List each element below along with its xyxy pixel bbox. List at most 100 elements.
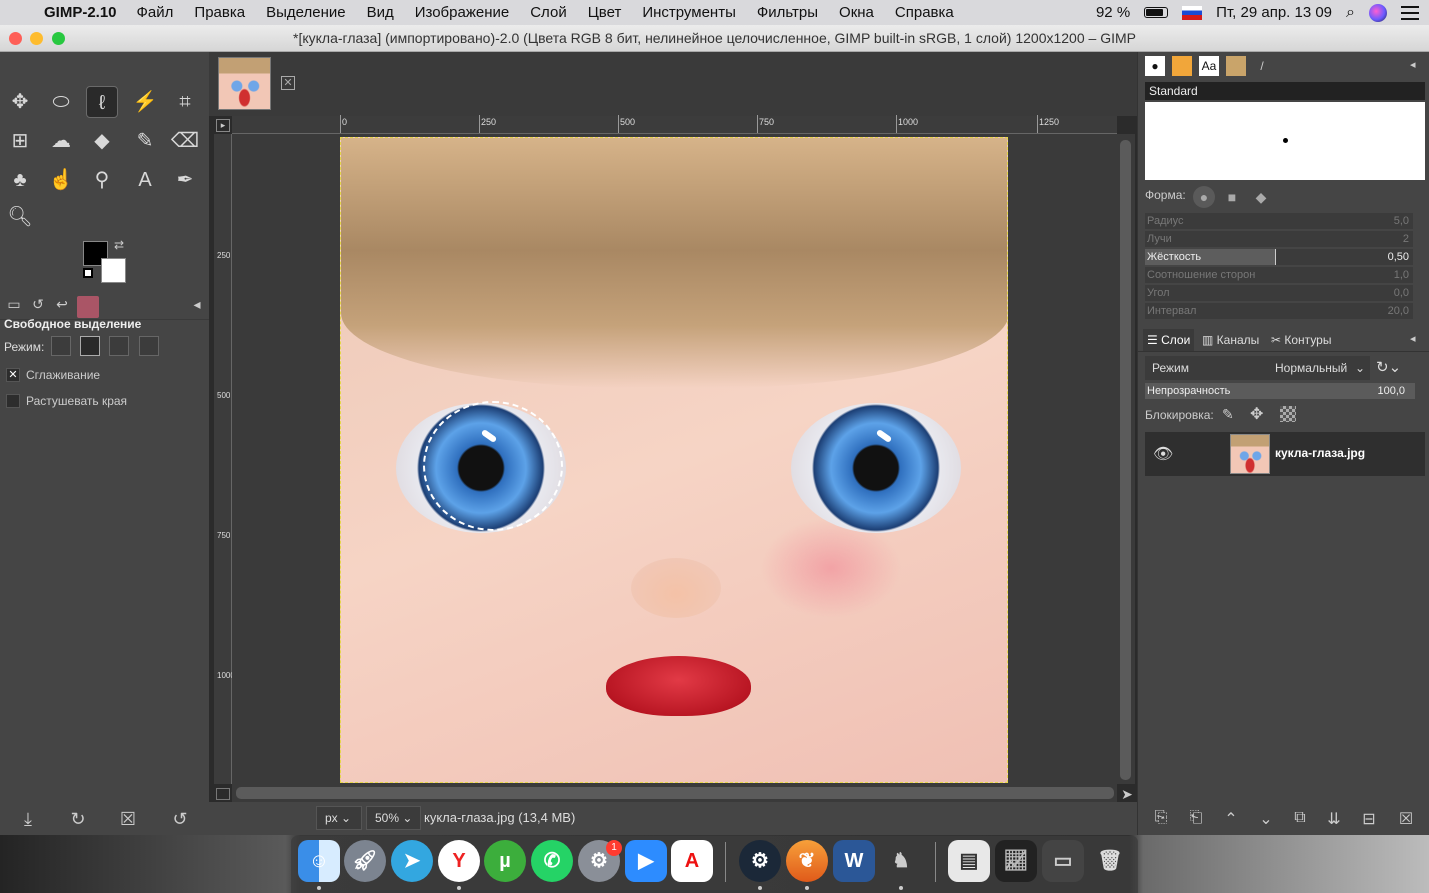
close-image-tab-icon[interactable]: ✕ (281, 76, 295, 90)
radius-slider[interactable]: Радиус 5,0 (1145, 213, 1413, 229)
menu-colors[interactable]: Цвет (588, 4, 622, 21)
menu-edit[interactable]: Правка (194, 4, 245, 21)
menu-help[interactable]: Справка (895, 4, 954, 21)
horizontal-scrollbar[interactable] (232, 784, 1117, 802)
tab-layers[interactable]: ☰ Слои (1143, 329, 1195, 351)
diamond-shape-icon[interactable]: ◆ (1250, 186, 1272, 208)
circle-shape-icon[interactable]: ● (1193, 186, 1215, 208)
vertical-ruler[interactable]: 250 500 750 1000 (214, 134, 235, 784)
gimp-icon[interactable]: ♞ (880, 840, 922, 882)
duplicate-layer-icon[interactable]: ⧉ (1289, 809, 1311, 831)
yandex-browser-icon[interactable]: Y (438, 840, 480, 882)
menu-tools[interactable]: Инструменты (642, 4, 736, 21)
free-selection-outline[interactable] (423, 401, 563, 531)
utorrent-icon[interactable]: µ (484, 840, 526, 882)
add-mask-icon[interactable]: ⊟ (1358, 809, 1380, 831)
delete-layer-icon[interactable]: ☒ (1395, 809, 1417, 831)
menu-select[interactable]: Выделение (266, 4, 345, 21)
restore-options-icon[interactable]: ↻ (66, 809, 90, 831)
mode-subtract-button[interactable] (109, 336, 129, 356)
reset-colors-icon[interactable] (83, 268, 93, 278)
document-history-tab-icon[interactable] (1226, 56, 1246, 76)
brush-preview[interactable] (1145, 102, 1425, 180)
configure-tab-icon[interactable]: ◂ (1410, 332, 1416, 345)
paths-tool-icon[interactable]: ⚲ (86, 164, 118, 196)
menu-image[interactable]: Изображение (415, 4, 510, 21)
acrobat-icon[interactable]: A (671, 840, 713, 882)
device-status-tab-icon[interactable]: ↺ (27, 296, 49, 318)
fuzzy-select-tool-icon[interactable]: ⚡ (129, 86, 161, 118)
layer-mode-select[interactable]: Режим Нормальный ⌄ (1145, 356, 1370, 380)
stocks-chart-icon[interactable]: 📈︎ (995, 840, 1037, 882)
paintbrush-tool-icon[interactable]: ✎ (129, 125, 161, 157)
menubar-clock[interactable]: Пт, 29 апр. 13 09 (1216, 4, 1332, 21)
patterns-tab-icon[interactable] (1172, 56, 1192, 76)
mode-add-button[interactable] (80, 336, 100, 356)
spacing-slider[interactable]: Интервал 20,0 (1145, 303, 1413, 319)
tool-options-tab-icon[interactable]: ▭ (3, 296, 25, 318)
opacity-slider[interactable]: Непрозрачность 100,0 (1145, 383, 1415, 399)
undo-history-tab-icon[interactable]: ↩ (51, 296, 73, 318)
fonts-tab-icon[interactable]: Aa (1199, 56, 1219, 76)
whatsapp-icon[interactable]: ✆ (531, 840, 573, 882)
lower-layer-icon[interactable]: ⌄ (1255, 809, 1277, 831)
image-tab-thumbnail[interactable] (218, 57, 271, 110)
lock-pixels-icon[interactable]: ✎ (1222, 406, 1234, 423)
eraser-tool-icon[interactable]: ⌫ (169, 125, 201, 157)
square-shape-icon[interactable]: ■ (1221, 186, 1243, 208)
angle-slider[interactable]: Угол 0,0 (1145, 285, 1413, 301)
bucket-fill-tool-icon[interactable]: ◆ (86, 125, 118, 157)
free-select-tool-icon[interactable]: ℓ (86, 86, 118, 118)
menu-view[interactable]: Вид (367, 4, 394, 21)
background-color-swatch[interactable] (101, 258, 126, 283)
images-tab-icon[interactable] (77, 296, 99, 318)
close-window-button[interactable] (9, 32, 22, 45)
notification-center-icon[interactable] (1401, 5, 1419, 20)
smudge-tool-icon[interactable]: ☝ (45, 164, 77, 196)
app-menu-gimp[interactable]: GIMP-2.10 (44, 4, 117, 21)
zoom-app-icon[interactable]: ▶ (625, 840, 667, 882)
lock-alpha-icon[interactable] (1280, 406, 1296, 422)
battery-icon[interactable] (1144, 7, 1169, 18)
save-options-icon[interactable]: ⤓ (16, 809, 40, 831)
finder-icon[interactable]: ☺ (298, 840, 340, 882)
warp-transform-tool-icon[interactable]: ☁ (45, 125, 77, 157)
ellipse-select-tool-icon[interactable]: ⬭ (45, 86, 77, 118)
layer-name[interactable]: кукла-глаза.jpg (1275, 446, 1365, 460)
zoom-select[interactable]: 50% ⌄ (366, 806, 421, 830)
trash-icon[interactable]: 🗑︎ (1089, 840, 1131, 882)
vertical-scrollbar[interactable] (1117, 134, 1135, 784)
menu-layer[interactable]: Слой (530, 4, 566, 21)
configure-tab-icon[interactable]: ◂ (186, 296, 208, 318)
brushes-tab-icon[interactable]: ● (1145, 56, 1165, 76)
clone-tool-icon[interactable]: ♣ (4, 164, 36, 196)
input-source-flag-icon[interactable] (1182, 5, 1203, 20)
document-icon[interactable]: ▤ (948, 840, 990, 882)
merge-layer-icon[interactable]: ⇊ (1323, 809, 1345, 831)
new-layer-group-icon[interactable]: ⎗ (1185, 809, 1207, 831)
menu-file[interactable]: Файл (137, 4, 174, 21)
crop-tool-icon[interactable]: ⌗ (169, 86, 201, 118)
feather-checkbox[interactable] (6, 394, 20, 408)
launchpad-icon[interactable]: 🚀︎ (344, 840, 386, 882)
doll-face-image[interactable] (340, 137, 1008, 783)
reset-mode-icon[interactable]: ↻⌄ (1376, 358, 1401, 376)
move-tool-icon[interactable]: ✥ (4, 86, 36, 118)
tab-paths[interactable]: ✂ Контуры (1267, 329, 1335, 351)
unit-select[interactable]: px ⌄ (316, 806, 362, 830)
steam-icon[interactable]: ⚙ (739, 840, 781, 882)
word-icon[interactable]: W (833, 840, 875, 882)
window-preview-icon[interactable]: ▭ (1042, 840, 1084, 882)
delete-options-icon[interactable]: ☒ (116, 809, 140, 831)
text-tool-icon[interactable]: A (129, 164, 161, 196)
menu-windows[interactable]: Окна (839, 4, 874, 21)
spotlight-search-icon[interactable]: ⌕ (1346, 4, 1355, 22)
antialias-checkbox[interactable]: ✕ (6, 368, 20, 382)
paint-dynamics-tab-icon[interactable]: / (1252, 56, 1272, 76)
unified-transform-tool-icon[interactable]: ⊞ (4, 125, 36, 157)
fl-studio-icon[interactable]: ❦ (786, 840, 828, 882)
toggle-quick-mask-icon[interactable] (216, 788, 230, 800)
new-layer-icon[interactable]: ⎘ (1150, 809, 1172, 831)
menu-filters[interactable]: Фильтры (757, 4, 818, 21)
aspect-ratio-slider[interactable]: Соотношение сторон 1,0 (1145, 267, 1413, 283)
